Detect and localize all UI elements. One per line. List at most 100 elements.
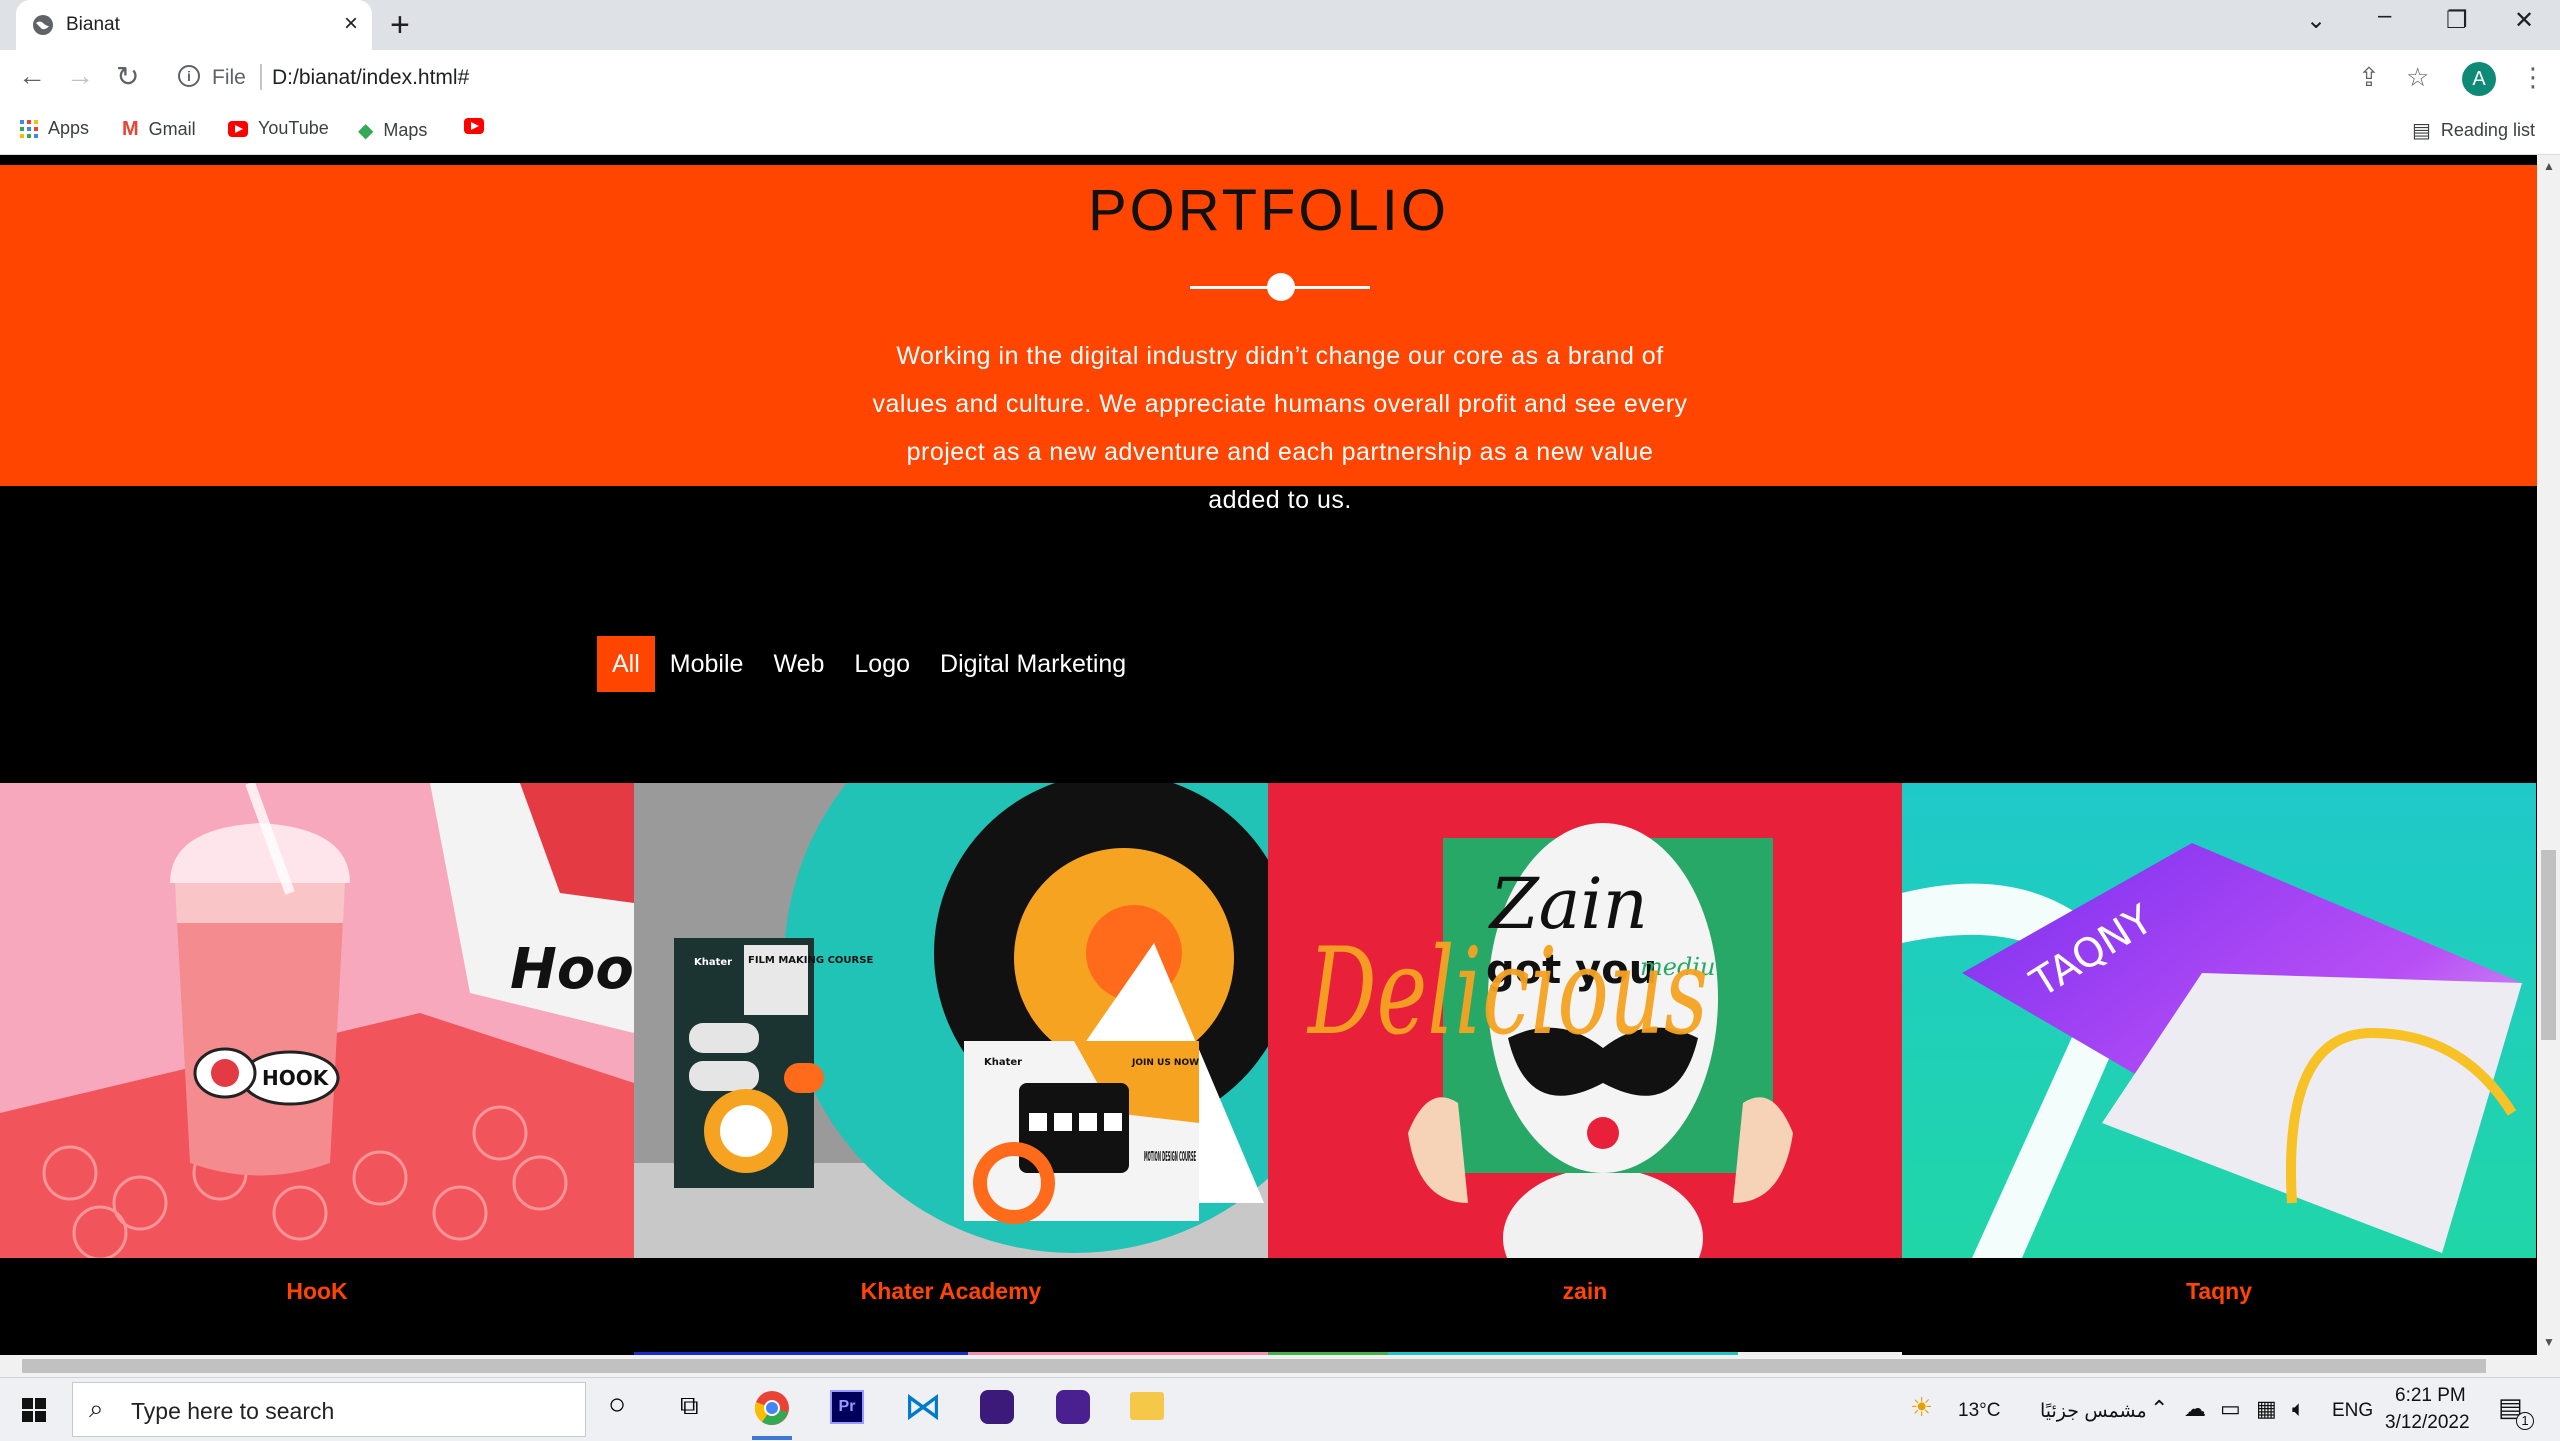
search-icon: ⌕	[89, 1393, 104, 1423]
browser-toolbar: ← → ↻ i File D:/bianat/index.html# ⇪ ☆ A…	[0, 50, 2560, 106]
project-caption-zain[interactable]: zain	[1268, 1278, 1902, 1305]
clock-date[interactable]: 3/12/2022	[2385, 1412, 2470, 1434]
cortana-icon[interactable]: ○	[608, 1388, 626, 1422]
project-caption-taqny[interactable]: Taqny	[1902, 1278, 2536, 1305]
youtube-icon	[464, 118, 484, 134]
back-button[interactable]: ←	[18, 60, 46, 92]
filter-all[interactable]: All	[597, 636, 655, 692]
project-card-hook[interactable]: HooK HOOK	[0, 783, 634, 1258]
url-scheme: File	[212, 66, 246, 89]
hook-sticker-text: HOOK	[262, 1066, 330, 1090]
khater-join-text: JOIN US NOW	[1131, 1058, 1199, 1068]
clock-time[interactable]: 6:21 PM	[2395, 1385, 2466, 1407]
weather-temperature[interactable]: 13°C	[1958, 1400, 2000, 1422]
windows-taskbar: ⌕ Type here to search ○ ⧉ Pr ⋈ ☀ 13°C مش…	[0, 1377, 2560, 1441]
network-icon[interactable]: ▦	[2256, 1396, 2277, 1422]
active-app-indicator	[752, 1436, 792, 1440]
scroll-up-icon[interactable]: ▲	[2543, 159, 2555, 173]
bookmark-gmail[interactable]: M Gmail	[122, 118, 196, 141]
portfolio-heading: PORTFOLIO	[1087, 178, 1450, 243]
khater-image: Khater FILM MAKING COURSE Khater JOIN US…	[634, 783, 1268, 1258]
filter-logo[interactable]: Logo	[839, 636, 925, 692]
weather-description[interactable]: مشمس جزئيًا	[2040, 1400, 2147, 1423]
vertical-scrollbar[interactable]: ▲ ▼	[2537, 155, 2560, 1355]
khater-brand-text-2: Khater	[984, 1057, 1022, 1068]
tab-close-icon[interactable]: ×	[344, 10, 358, 38]
bookmark-label: Maps	[383, 120, 428, 140]
chrome-icon[interactable]	[754, 1390, 790, 1426]
site-info-icon[interactable]: i	[178, 65, 200, 87]
close-window-button[interactable]: ✕	[2514, 6, 2534, 35]
filter-mobile[interactable]: Mobile	[655, 636, 759, 692]
purple-app-icon[interactable]	[980, 1390, 1014, 1424]
profile-avatar[interactable]: A	[2462, 62, 2496, 96]
filter-digital-marketing[interactable]: Digital Marketing	[925, 636, 1141, 692]
forward-button[interactable]: →	[66, 60, 94, 92]
horizontal-scroll-thumb[interactable]	[22, 1359, 2486, 1373]
zain-script-text: Delicious	[1307, 923, 1708, 1062]
volume-icon[interactable]: 🔈︎	[2292, 1396, 2305, 1422]
bookmark-youtube[interactable]: YouTube	[228, 118, 329, 139]
bookmark-label: Gmail	[148, 119, 196, 139]
file-explorer-icon[interactable]	[1130, 1392, 1164, 1420]
portfolio-section: PORTFOLIO Working in the digital industr…	[0, 165, 2537, 514]
url-text[interactable]: D:/bianat/index.html#	[272, 66, 469, 90]
portfolio-filters: All Mobile Web Logo Digital Marketing	[597, 636, 1141, 692]
windows-start-icon[interactable]	[22, 1398, 46, 1422]
maps-pin-icon: ◆	[358, 120, 374, 142]
tab-search-icon[interactable]: ⌄	[2306, 6, 2326, 35]
menu-icon[interactable]: ⋮	[2520, 62, 2546, 93]
new-tab-button[interactable]: +	[390, 6, 410, 45]
project-caption-khater-academy[interactable]: Khater Academy	[634, 1278, 1268, 1305]
input-language[interactable]: ENG	[2332, 1400, 2373, 1422]
taqny-image: TAQNY	[1902, 783, 2536, 1258]
apps-grid-icon	[20, 119, 38, 138]
browser-tab[interactable]: Bianat ×	[16, 0, 372, 50]
project-card-taqny[interactable]: TAQNY	[1902, 783, 2536, 1258]
horizontal-scrollbar[interactable]	[0, 1355, 2560, 1377]
portfolio-intro: Working in the digital industry didn’t c…	[872, 342, 1688, 514]
bookmark-youtube-2[interactable]	[464, 118, 484, 134]
bookmark-maps[interactable]: ◆ Maps	[358, 118, 427, 143]
purple-app-icon-2[interactable]	[1056, 1390, 1090, 1424]
taskbar-search-placeholder: Type here to search	[131, 1398, 335, 1424]
meet-now-icon[interactable]: ▭	[2220, 1396, 2241, 1422]
address-bar[interactable]: i File D:/bianat/index.html#	[166, 56, 2386, 100]
bookmark-label: YouTube	[258, 118, 329, 138]
onedrive-icon[interactable]: ☁	[2184, 1396, 2206, 1422]
reading-list-button[interactable]: ▤ Reading list	[2412, 118, 2535, 143]
project-card-zain[interactable]: Zain got you medium Delicious	[1268, 783, 1902, 1258]
taskbar-search-box[interactable]: ⌕ Type here to search	[72, 1382, 586, 1437]
bookmark-label: Apps	[48, 118, 90, 138]
globe-icon	[33, 15, 53, 35]
vscode-icon[interactable]: ⋈	[904, 1384, 942, 1429]
reload-button[interactable]: ↻	[116, 60, 139, 93]
tray-chevron-icon[interactable]: ⌃	[2150, 1396, 2168, 1422]
gmail-icon: M	[122, 118, 139, 140]
khater-brand-text: Khater	[694, 957, 732, 968]
restore-button[interactable]: ❐	[2446, 6, 2468, 35]
notification-count-badge: 1	[2516, 1412, 2534, 1430]
reading-list-icon: ▤	[2412, 120, 2431, 142]
premiere-pro-icon[interactable]: Pr	[830, 1390, 864, 1424]
project-card-khater-academy[interactable]: Khater FILM MAKING COURSE Khater JOIN US…	[634, 783, 1268, 1258]
vertical-scroll-thumb[interactable]	[2541, 850, 2556, 1040]
scroll-down-icon[interactable]: ▼	[2543, 1335, 2555, 1349]
url-separator	[260, 64, 262, 90]
tab-strip: Bianat × + ⌄ – ❐ ✕	[0, 0, 2560, 50]
minimize-button[interactable]: –	[2378, 2, 2391, 30]
share-icon[interactable]: ⇪	[2358, 62, 2380, 93]
bookmark-apps[interactable]: Apps	[20, 118, 89, 139]
project-caption-hook[interactable]: HooK	[0, 1278, 634, 1305]
tab-title: Bianat	[66, 14, 120, 35]
khater-motion-course-text: MOTION DESIGN COURSE	[1144, 1150, 1196, 1165]
bookmarks-bar: Apps M Gmail YouTube ◆ Maps ▤ Reading li…	[0, 106, 2560, 155]
bookmark-star-icon[interactable]: ☆	[2406, 62, 2429, 93]
divider-dot	[1267, 273, 1295, 301]
khater-film-course-text: FILM MAKING COURSE	[748, 955, 873, 966]
page-viewport: PORTFOLIO Working in the digital industr…	[0, 155, 2537, 1355]
youtube-icon	[228, 120, 248, 137]
task-view-icon[interactable]: ⧉	[680, 1390, 699, 1422]
weather-icon[interactable]: ☀	[1910, 1392, 1933, 1423]
filter-web[interactable]: Web	[758, 636, 839, 692]
